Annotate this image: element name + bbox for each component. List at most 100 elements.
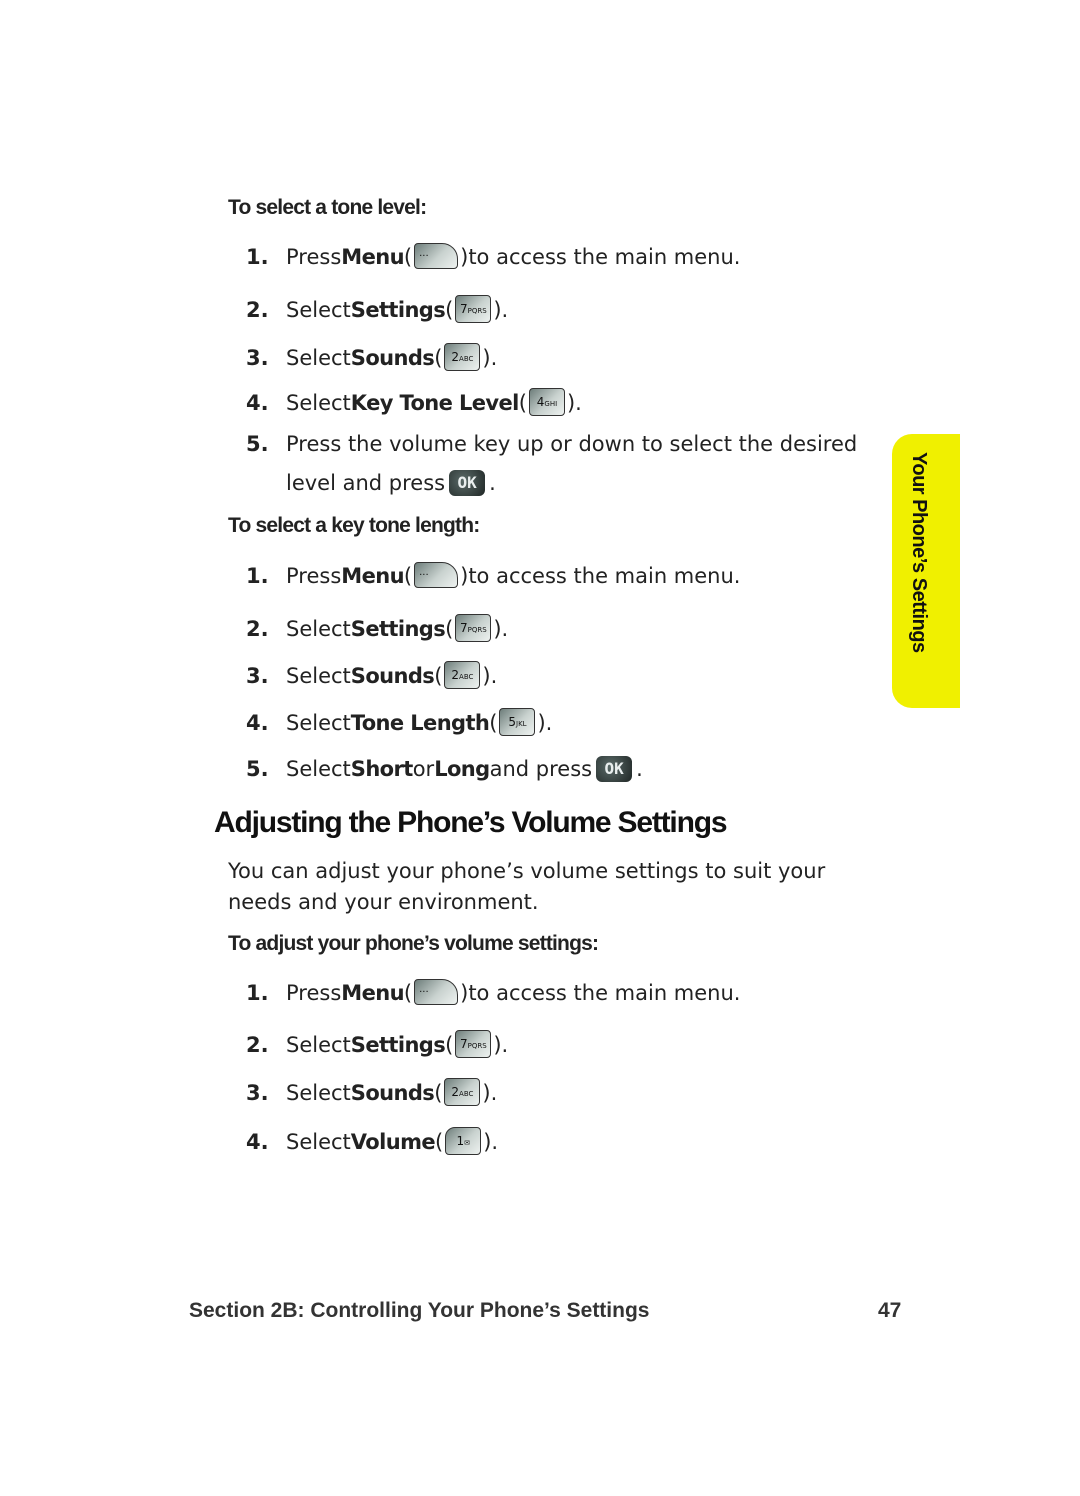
step-number: 3. [246, 664, 269, 688]
list-item: 1. Press Menu (···) to access the main me… [246, 979, 740, 1006]
intro-paragraph: You can adjust your phone’s volume setti… [228, 859, 826, 914]
key-letters: JKL [516, 720, 527, 728]
step-bold: Tone Length [350, 711, 490, 735]
key-digit: 2 [451, 1085, 460, 1099]
step-number: 2. [246, 298, 269, 322]
key-digit: 1 [456, 1134, 465, 1148]
subheading: To select a tone level: [228, 196, 427, 219]
step-text: to access the main menu. [468, 564, 741, 588]
key-5-icon: 5JKL [499, 708, 536, 736]
step-bold: Volume [350, 1130, 436, 1154]
step-number: 2. [246, 617, 269, 641]
step-number: 4. [246, 391, 269, 415]
paren: ( [445, 617, 454, 641]
step-text: Select [286, 617, 351, 641]
step-text: Press [286, 981, 342, 1005]
paren: ) [460, 981, 469, 1005]
step-bold: Settings [350, 617, 446, 641]
paren: ) [566, 391, 576, 415]
step-bold: Sounds [350, 664, 435, 688]
list-item: 2. Select Settings (7PQRS). [246, 614, 508, 643]
step-bold: Menu [341, 564, 404, 588]
step-number: 1. [246, 564, 269, 588]
step-text: Select [286, 391, 351, 415]
key-2-icon: 2ABC [444, 343, 481, 371]
step-number: 3. [246, 346, 269, 370]
footer-page-number: 47 [878, 1299, 902, 1322]
paren: ( [434, 1081, 443, 1105]
key-letters: PQRS [467, 1042, 487, 1050]
step-text: Select [286, 757, 351, 781]
menu-key-icon: ··· [414, 562, 459, 588]
step-text: to access the main menu. [468, 245, 741, 269]
list-item: 4. Select Volume (1✉). [246, 1127, 499, 1156]
list-item: 4. Select Key Tone Level (4GHI). [246, 388, 582, 417]
step-bold: Menu [341, 981, 404, 1005]
step-end: . [489, 471, 496, 495]
step-number: 1. [246, 245, 269, 269]
step-text: . [490, 1081, 498, 1105]
paren: ( [403, 981, 413, 1005]
menu-key-icon: ··· [414, 243, 459, 269]
step-bold: Settings [350, 298, 446, 322]
list-item: 3. Select Sounds (2ABC). [246, 661, 498, 690]
key-digit: 7 [459, 1037, 468, 1051]
step-text: Select [286, 664, 351, 688]
side-tab-label: Your Phone’s Settings [908, 452, 930, 653]
key-letters: ABC [459, 355, 474, 363]
step-number: 1. [246, 981, 269, 1005]
key-letters: ✉ [464, 1139, 470, 1147]
key-2-icon: 2ABC [444, 661, 481, 689]
step-text: and press [489, 757, 593, 781]
footer-section-title: Section 2B: Controlling Your Phone’s Set… [189, 1299, 650, 1322]
step-text: Select [286, 1130, 351, 1154]
step-number: 5. [246, 432, 269, 456]
key-4-icon: 4GHI [528, 388, 565, 416]
key-letters: PQRS [467, 307, 487, 315]
step-text: Select [286, 298, 351, 322]
key-1-icon: 1✉ [445, 1127, 482, 1155]
paren: ) [537, 711, 546, 735]
paren: ( [403, 564, 413, 588]
key-digit: 2 [451, 350, 460, 364]
key-letters: ABC [459, 1090, 474, 1098]
paren: ( [518, 391, 527, 415]
subheading: To select a key tone length: [228, 514, 480, 537]
list-item: 4. Select Tone Length (5JKL). [246, 708, 553, 737]
step-text: Select [286, 1081, 351, 1105]
paren: ( [445, 298, 454, 322]
step-text: . [575, 391, 582, 415]
subheading: To adjust your phone’s volume settings: [228, 932, 599, 955]
list-item-continuation: level and press OK. [286, 470, 496, 496]
key-7-icon: 7PQRS [455, 614, 492, 642]
paren: ( [403, 245, 413, 269]
step-bold: Settings [350, 1033, 446, 1057]
step-number: 5. [246, 757, 269, 781]
step-bold: Short [350, 757, 414, 781]
step-text: . [490, 664, 498, 688]
ok-key-icon: OK [449, 470, 486, 496]
list-item: 1. Press Menu (···) to access the main me… [246, 562, 741, 589]
step-text: Select [286, 346, 351, 370]
paren: ) [482, 1081, 491, 1105]
step-number: 2. [246, 1033, 269, 1057]
key-digit: 7 [459, 302, 468, 316]
key-digit: 7 [459, 621, 468, 635]
list-item: 1. Press Menu (···) to access the main me… [246, 243, 741, 270]
key-7-icon: 7PQRS [455, 1030, 492, 1058]
key-digit: 5 [508, 715, 516, 729]
step-text: . [545, 711, 553, 735]
list-item: 3. Select Sounds (2ABC). [246, 343, 497, 372]
paren: ) [493, 617, 502, 641]
paren: ( [445, 1033, 454, 1057]
paren: ( [434, 346, 443, 370]
paren: ( [434, 664, 443, 688]
step-bold: Long [434, 757, 490, 781]
key-7-icon: 7PQRS [455, 295, 492, 323]
step-text: . [491, 1130, 499, 1154]
step-text: Press the volume key up or down to selec… [286, 432, 858, 456]
step-text: . [501, 298, 509, 322]
step-bold: Key Tone Level [350, 391, 520, 415]
step-text: level and press [286, 471, 446, 495]
list-item: 3. Select Sounds (2ABC). [246, 1078, 498, 1107]
